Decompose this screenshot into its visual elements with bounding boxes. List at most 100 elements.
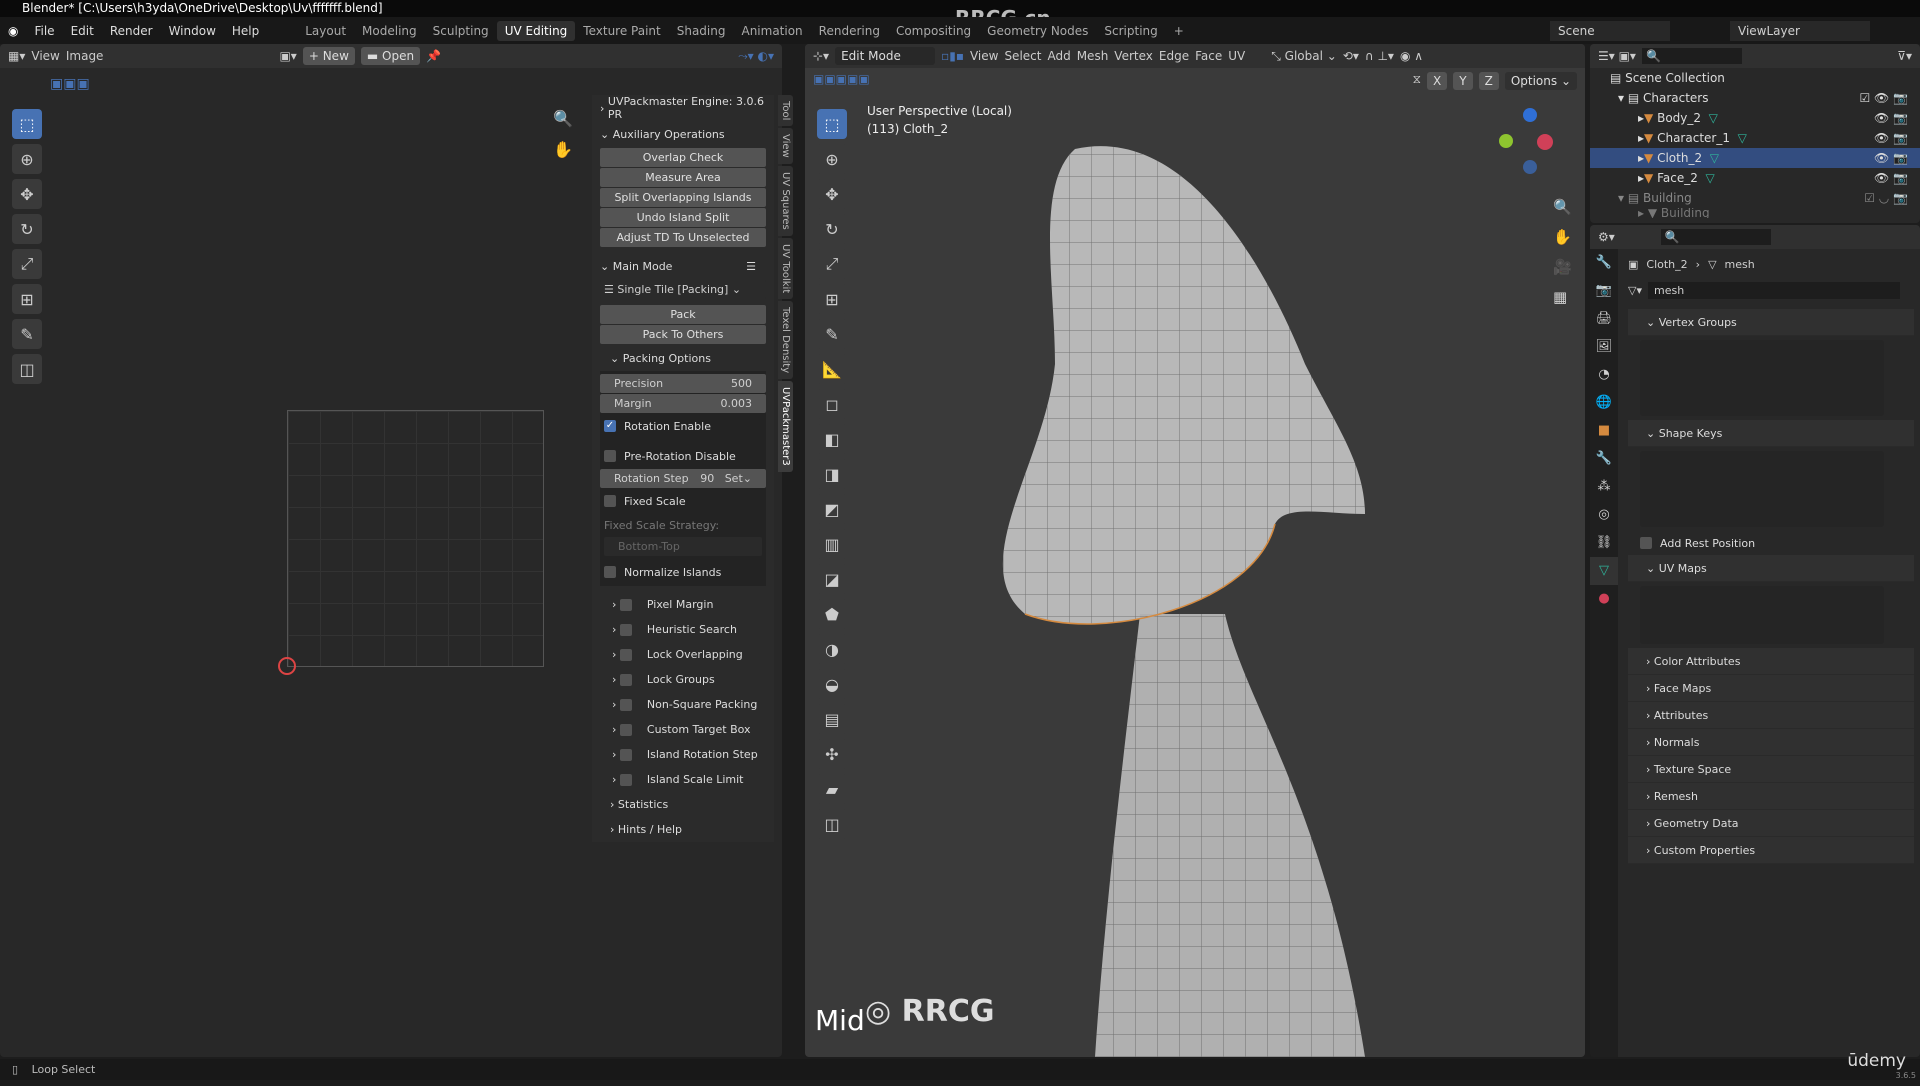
subpanel-lock-groups[interactable]: › Lock Groups	[592, 667, 774, 692]
pack-button[interactable]: Pack	[600, 305, 766, 324]
section-remesh[interactable]: › Remesh	[1628, 783, 1914, 810]
output-tab-icon[interactable]: 🖨	[1590, 305, 1618, 333]
uv-sync-icon[interactable]: ⤳▾ ◐▾	[738, 49, 774, 64]
outliner-item-building-collection[interactable]: ▾ ▤ Building ☑ ◡ 📷	[1590, 188, 1920, 208]
loop-cut-icon[interactable]: ▥	[817, 529, 847, 559]
uv-menu-image[interactable]: Image	[66, 49, 104, 63]
view-layer-tab-icon[interactable]: 🖼	[1590, 333, 1618, 361]
transform-icon[interactable]: ⊞	[817, 284, 847, 314]
outliner-item-character[interactable]: ▸ ▼ Character_1 ▽ 👁 📷	[1590, 128, 1920, 148]
section-color-attributes[interactable]: › Color Attributes	[1628, 648, 1914, 675]
add-workspace-button[interactable]: +	[1166, 21, 1192, 41]
2d-cursor-icon[interactable]	[278, 657, 296, 675]
3d-viewport[interactable]: ⊹▾ Edit Mode ▫▮▪ View Select Add Mesh Ve…	[805, 44, 1585, 1057]
tab-tool[interactable]: Tool	[778, 95, 793, 127]
uv-menu-view[interactable]: View	[31, 49, 59, 63]
mesh-name-field[interactable]: mesh	[1647, 281, 1900, 299]
tab-texel-density[interactable]: Texel Density	[778, 301, 793, 380]
outliner-item-characters[interactable]: ▾ ▤ Characters ☑ 👁 📷	[1590, 88, 1920, 108]
rotate-icon[interactable]: ↻	[817, 214, 847, 244]
vp-menu-select[interactable]: Select	[1004, 49, 1041, 63]
transform-icon[interactable]: ⊞	[12, 284, 42, 314]
aux-header[interactable]: ⌄ Auxiliary Operations	[592, 121, 774, 147]
physics-tab-icon[interactable]: ◎	[1590, 501, 1618, 529]
render-tab-icon[interactable]: 📷	[1590, 277, 1618, 305]
mirror-z[interactable]: Z	[1478, 72, 1499, 90]
constraints-tab-icon[interactable]: ⛓	[1590, 529, 1618, 557]
inset-icon[interactable]: ◨	[817, 459, 847, 489]
menu-file[interactable]: File	[26, 24, 62, 38]
tab-uv-editing[interactable]: UV Editing	[496, 20, 576, 41]
add-rest-position-checkbox[interactable]: Add Rest Position	[1622, 531, 1920, 555]
tab-uvpackmaster3[interactable]: UVPackmaster3	[778, 381, 793, 473]
vp-menu-mesh[interactable]: Mesh	[1077, 49, 1109, 63]
bevel-icon[interactable]: ◩	[817, 494, 847, 524]
smooth-icon[interactable]: ◒	[817, 669, 847, 699]
display-mode-icon[interactable]: ☰▾ ▣▾	[1598, 49, 1636, 63]
fixed-scale-checkbox[interactable]: Fixed Scale	[600, 489, 766, 513]
menu-edit[interactable]: Edit	[63, 24, 102, 38]
adjust-td-button[interactable]: Adjust TD To Unselected	[600, 228, 766, 247]
shape-keys-panel[interactable]: ⌄ Shape Keys	[1628, 420, 1914, 447]
pre-rotation-checkbox[interactable]: Pre-Rotation Disable	[600, 444, 766, 468]
options-dropdown[interactable]: Options ⌄	[1504, 72, 1577, 90]
menu-render[interactable]: Render	[102, 24, 161, 38]
tab-geometry-nodes[interactable]: Geometry Nodes	[979, 21, 1096, 41]
particles-tab-icon[interactable]: ⁂	[1590, 473, 1618, 501]
outliner-item-cloth[interactable]: ▸ ▼ Cloth_2 ▽ 👁 📷	[1590, 148, 1920, 168]
section-face-maps[interactable]: › Face Maps	[1628, 675, 1914, 702]
set-dropdown[interactable]: Set	[725, 472, 743, 485]
subpanel-pixel-margin[interactable]: › Pixel Margin	[592, 592, 774, 617]
undo-split-button[interactable]: Undo Island Split	[600, 208, 766, 227]
editor-type-icon[interactable]: ⊹▾	[813, 49, 829, 63]
menu-help[interactable]: Help	[224, 24, 267, 38]
data-tab-icon[interactable]: ▽	[1590, 557, 1618, 585]
select-box-icon[interactable]: ⬚	[817, 109, 847, 139]
shear-icon[interactable]: ▰	[817, 774, 847, 804]
outliner-item-building[interactable]: ▸ ▼ Building	[1590, 208, 1920, 218]
grid-icon[interactable]: ▦	[1553, 282, 1572, 312]
move-icon[interactable]: ✥	[817, 179, 847, 209]
tab-compositing[interactable]: Compositing	[888, 21, 979, 41]
pan-hand-icon[interactable]: ✋	[553, 140, 573, 159]
outliner-item-face[interactable]: ▸ ▼ Face_2 ▽ 👁 📷	[1590, 168, 1920, 188]
section-texture-space[interactable]: › Texture Space	[1628, 756, 1914, 783]
rotation-enable-checkbox[interactable]: ✓ Rotation Enable	[600, 414, 766, 438]
section-geometry-data[interactable]: › Geometry Data	[1628, 810, 1914, 837]
pin-icon[interactable]: 📌	[426, 49, 441, 63]
tab-layout[interactable]: Layout	[297, 21, 354, 41]
vertex-groups-panel[interactable]: ⌄ Vertex Groups	[1628, 309, 1914, 336]
pan-hand-icon[interactable]: ✋	[1553, 222, 1572, 252]
section-custom-properties[interactable]: › Custom Properties	[1628, 837, 1914, 864]
tab-animation[interactable]: Animation	[733, 21, 810, 41]
tab-view[interactable]: View	[778, 128, 793, 165]
blender-logo-icon[interactable]: ◉	[0, 24, 26, 38]
section-normals[interactable]: › Normals	[1628, 729, 1914, 756]
world-tab-icon[interactable]: 🌐	[1590, 389, 1618, 417]
grab-icon[interactable]: ◫	[12, 354, 42, 384]
object-tab-icon[interactable]: ■	[1590, 417, 1618, 445]
tab-uv-toolkit[interactable]: UV Toolkit	[778, 237, 793, 300]
vp-menu-face[interactable]: Face	[1195, 49, 1222, 63]
cursor-icon[interactable]: ⊕	[817, 144, 847, 174]
scene-selector[interactable]: Scene	[1550, 20, 1670, 41]
vp-menu-vertex[interactable]: Vertex	[1114, 49, 1153, 63]
tab-rendering[interactable]: Rendering	[811, 21, 888, 41]
view-layer-selector[interactable]: ViewLayer	[1730, 20, 1870, 41]
cursor-icon[interactable]: ⊕	[12, 144, 42, 174]
new-image-button[interactable]: + New	[302, 47, 355, 65]
split-overlapping-button[interactable]: Split Overlapping Islands	[600, 188, 766, 207]
margin-field[interactable]: Margin 0.003	[600, 394, 766, 413]
mode-dropdown[interactable]: Edit Mode	[835, 47, 936, 65]
poly-build-icon[interactable]: ⬟	[817, 599, 847, 629]
vertex-groups-list[interactable]	[1640, 340, 1884, 416]
tab-sculpting[interactable]: Sculpting	[425, 21, 497, 41]
precision-field[interactable]: Precision 500	[600, 374, 766, 393]
menu-window[interactable]: Window	[161, 24, 224, 38]
rotation-step-field[interactable]: Rotation Step 90 Set⌄	[600, 469, 766, 488]
extrude-icon[interactable]: ◧	[817, 424, 847, 454]
outliner-search[interactable]: 🔍	[1641, 48, 1742, 64]
rip-icon[interactable]: ◫	[817, 809, 847, 839]
select-mode-icons[interactable]: ▫▮▪	[941, 49, 964, 63]
tab-texture-paint[interactable]: Texture Paint	[575, 21, 668, 41]
